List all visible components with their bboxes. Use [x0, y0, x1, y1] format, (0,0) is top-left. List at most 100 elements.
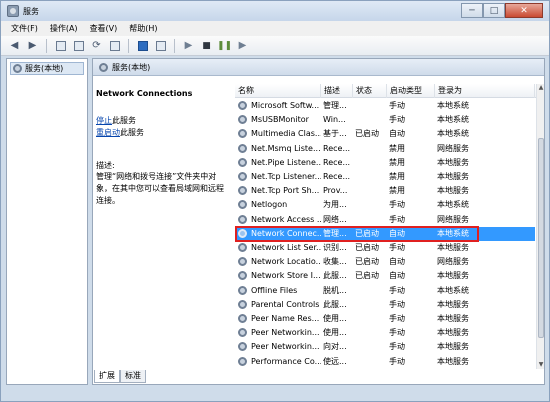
cell-logon-as: 本地服务 — [437, 356, 469, 366]
cell-description: 基于... — [323, 129, 347, 139]
cell-logon-as: 本地系统 — [437, 115, 469, 125]
cell-status — [353, 340, 387, 354]
cell-startup-type: 手动 — [389, 356, 405, 366]
forward-arrow-icon[interactable]: ▶ — [25, 38, 40, 53]
column-header-logon-as[interactable]: 登录为 — [435, 84, 535, 98]
table-row[interactable]: Network List Ser... 识别... 已启动 手动 本地服务 — [235, 241, 535, 255]
table-row[interactable]: Peer Networkin... 向对... 手动 本地服务 — [235, 340, 535, 354]
table-row[interactable]: Multimedia Clas... 基于... 已启动 自动 本地系统 — [235, 127, 535, 141]
service-gear-icon — [99, 62, 108, 72]
column-header-description[interactable]: 描述 — [321, 84, 353, 98]
restart-service-link[interactable]: 重启动 — [96, 128, 120, 137]
properties-icon[interactable] — [71, 38, 86, 53]
console-tree-icon[interactable] — [53, 38, 68, 53]
scroll-thumb[interactable] — [538, 138, 544, 338]
cell-startup-type: 手动 — [389, 101, 405, 110]
table-row[interactable]: Network Store I... 此服... 已启动 自动 本地服务 — [235, 269, 535, 283]
cell-description: 为用... — [323, 200, 347, 210]
table-row[interactable]: Net.Tcp Listener... Rece... 禁用 本地服务 — [235, 170, 535, 184]
cell-name: Offline Files — [251, 285, 298, 295]
services-pane: 服务(本地) Network Connections 停止此服务 重启动此服务 … — [92, 58, 545, 385]
export-icon[interactable] — [107, 38, 122, 53]
cell-startup-type: 禁用 — [389, 143, 405, 153]
maximize-button[interactable]: □ — [483, 3, 505, 18]
table-row[interactable]: Peer Name Res... 使用... 手动 本地服务 — [235, 312, 535, 326]
selected-service-name: Network Connections — [96, 89, 193, 98]
cell-status: 已启动 — [355, 271, 379, 281]
minimize-button[interactable]: ─ — [461, 3, 483, 18]
column-header-status[interactable]: 状态 — [353, 84, 387, 98]
cell-startup-type: 禁用 — [389, 186, 405, 196]
cell-startup-type: 手动 — [389, 200, 405, 210]
restart-service-suffix: 此服务 — [120, 128, 144, 137]
pause-service-icon[interactable]: ❚❚ — [217, 38, 232, 53]
toolbar: ◀ ▶ ⟳ ▶ ■ ❚❚ ▶ — [1, 36, 549, 56]
stop-service-link[interactable]: 停止 — [96, 116, 112, 125]
table-row[interactable]: Net.Pipe Listene... Rece... 禁用 本地服务 — [235, 156, 535, 170]
tree-item-services-local[interactable]: 服务(本地) — [10, 62, 84, 75]
service-gear-icon — [238, 143, 247, 153]
close-button[interactable]: ✕ — [505, 3, 543, 18]
column-header-startup-type[interactable]: 启动类型 — [387, 84, 435, 98]
cell-startup-type: 手动 — [389, 314, 405, 323]
cell-logon-as: 本地服务 — [437, 314, 469, 323]
table-row[interactable]: Offline Files 脱机... 手动 本地系统 — [235, 284, 535, 298]
menu-action[interactable]: 操作(A) — [44, 21, 84, 36]
cell-logon-as: 本地服务 — [437, 172, 469, 181]
table-row[interactable]: Performance Co... 使远... 手动 本地服务 — [235, 355, 535, 369]
cell-logon-as: 本地系统 — [437, 285, 469, 295]
cell-description: 管理... — [323, 101, 347, 110]
cell-logon-as: 本地服务 — [437, 243, 469, 252]
table-row[interactable]: Peer Networkin... 使用... 手动 本地服务 — [235, 326, 535, 340]
scroll-up-arrow-icon[interactable]: ▲ — [537, 84, 545, 92]
service-gear-icon — [238, 314, 247, 323]
column-header-name[interactable]: 名称 — [235, 84, 321, 98]
help-icon[interactable] — [135, 38, 150, 53]
cell-status — [353, 170, 387, 184]
start-service-icon[interactable]: ▶ — [181, 38, 196, 53]
cell-description: 网络... — [323, 214, 347, 224]
title-bar[interactable]: 服务 ─ □ ✕ — [1, 1, 549, 21]
back-arrow-icon[interactable]: ◀ — [7, 38, 22, 53]
stop-service-icon[interactable]: ■ — [199, 38, 214, 53]
cell-status — [353, 184, 387, 198]
tab-extended[interactable]: 扩展 — [94, 370, 120, 383]
service-gear-icon — [238, 129, 247, 139]
tab-standard[interactable]: 标准 — [120, 370, 146, 383]
table-row[interactable]: Parental Controls 此服... 手动 本地服务 — [235, 298, 535, 312]
service-gear-icon — [238, 186, 247, 196]
table-row[interactable]: Network Access ... 网络... 手动 网络服务 — [235, 213, 535, 227]
view-icon[interactable] — [153, 38, 168, 53]
table-row[interactable]: Net.Tcp Port Sh... Prov... 禁用 本地服务 — [235, 184, 535, 198]
table-row[interactable]: Net.Msmq Liste... Rece... 禁用 网络服务 — [235, 142, 535, 156]
cell-name: Net.Pipe Listene... — [251, 157, 321, 167]
list-header: 名称 描述 状态 启动类型 登录为 — [235, 84, 537, 98]
table-row[interactable]: MsUSBMonitor Win... 手动 本地系统 — [235, 113, 535, 127]
menu-file[interactable]: 文件(F) — [5, 21, 44, 36]
cell-name: Net.Tcp Port Sh... — [251, 186, 320, 196]
cell-startup-type: 自动 — [389, 271, 405, 281]
cell-status: 已启动 — [355, 129, 379, 139]
cell-startup-type: 禁用 — [389, 172, 405, 181]
table-row[interactable]: Netlogon 为用... 手动 本地系统 — [235, 198, 535, 212]
vertical-scrollbar[interactable]: ▲ ▼ — [536, 84, 544, 369]
cell-name: Network Store I... — [251, 271, 321, 281]
cell-status: 已启动 — [355, 243, 379, 252]
menu-help[interactable]: 帮助(H) — [123, 21, 163, 36]
table-row[interactable]: Network Locatio... 收集... 已启动 自动 网络服务 — [235, 255, 535, 269]
description-text: 管理“网络和拨号连接”文件夹中对象，在其中您可以查看局域网和远程连接。 — [96, 172, 224, 205]
restart-service-icon[interactable]: ▶ — [235, 38, 250, 53]
cell-logon-as: 本地服务 — [437, 328, 469, 338]
service-gear-icon — [238, 243, 247, 252]
cell-description: Prov... — [323, 186, 348, 196]
scroll-down-arrow-icon[interactable]: ▼ — [537, 361, 545, 369]
refresh-icon[interactable]: ⟳ — [89, 38, 104, 53]
menu-view[interactable]: 查看(V) — [84, 21, 124, 36]
cell-name: Net.Tcp Listener... — [251, 172, 321, 181]
service-gear-icon — [238, 214, 247, 224]
cell-name: Netlogon — [251, 200, 288, 210]
service-gear-icon — [238, 200, 247, 210]
table-row[interactable]: Microsoft Softw... 管理... 手动 本地系统 — [235, 99, 535, 113]
cell-name: Network List Ser... — [251, 243, 321, 252]
cell-description: 向对... — [323, 342, 347, 352]
